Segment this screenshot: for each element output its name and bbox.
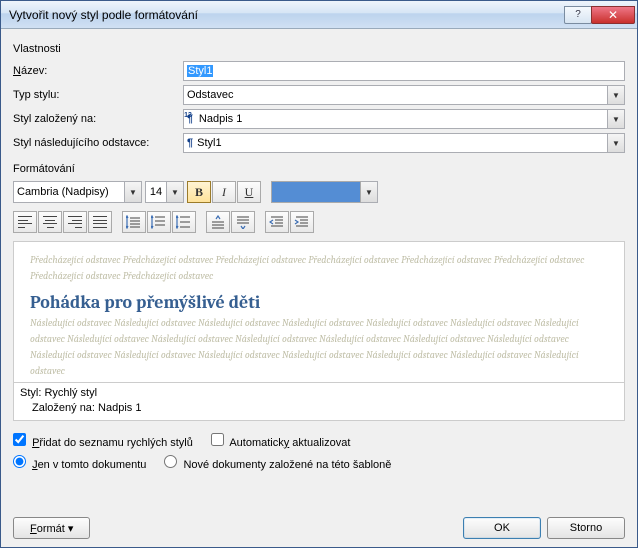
bottom-bar: Formát ▾ OK Storno: [13, 517, 625, 539]
dropdown-based-on[interactable]: ¶13Nadpis 1: [183, 109, 608, 129]
row-type: Typ stylu: Odstavec ▼: [13, 85, 625, 105]
pilcrow-icon: ¶: [187, 137, 193, 149]
align-center-button[interactable]: [38, 211, 62, 233]
chevron-down-icon[interactable]: ▼: [167, 181, 184, 203]
spacing-double-button[interactable]: [172, 211, 196, 233]
label-following: Styl následujícího odstavce:: [13, 137, 183, 149]
dropdown-type[interactable]: Odstavec: [183, 85, 608, 105]
section-formatting-label: Formátování: [13, 163, 625, 175]
combo-size[interactable]: 14 ▼: [145, 181, 184, 203]
indent-dec-button[interactable]: [265, 211, 289, 233]
spacing-onehalf-button[interactable]: [147, 211, 171, 233]
label-based-on: Styl založený na:: [13, 113, 183, 125]
combo-font[interactable]: Cambria (Nadpisy) ▼: [13, 181, 142, 203]
row-name: Název: Styl1: [13, 61, 625, 81]
radio-new-docs[interactable]: Nové dokumenty založené na této šabloně: [164, 455, 391, 471]
align-left-button[interactable]: [13, 211, 37, 233]
font-color-swatch[interactable]: [271, 181, 361, 203]
indent-inc-button[interactable]: [290, 211, 314, 233]
space-before-dec-button[interactable]: [231, 211, 255, 233]
checkbox-quickstyle[interactable]: Přidat do seznamu rychlých stylů: [13, 433, 193, 449]
align-right-button[interactable]: [63, 211, 87, 233]
help-button[interactable]: ?: [564, 6, 592, 24]
spacing-single-button[interactable]: [122, 211, 146, 233]
dropdown-type-arrow[interactable]: ▼: [608, 85, 625, 105]
dialog-title: Vytvořit nový styl podle formátování: [9, 8, 565, 22]
font-color-arrow[interactable]: ▼: [361, 181, 378, 203]
row-following: Styl následujícího odstavce: ¶Styl1 ▼: [13, 133, 625, 153]
titlebar: Vytvořit nový styl podle formátování ? ✕: [1, 1, 637, 29]
titlebar-buttons: ? ✕: [565, 6, 635, 24]
underline-button[interactable]: U: [237, 181, 261, 203]
dropdown-following-arrow[interactable]: ▼: [608, 133, 625, 153]
toolbar-paragraph: [13, 211, 625, 233]
space-before-inc-button[interactable]: [206, 211, 230, 233]
close-button[interactable]: ✕: [591, 6, 635, 24]
input-name[interactable]: Styl1: [183, 61, 625, 81]
toolbar-font: Cambria (Nadpisy) ▼ 14 ▼ B I U ▼: [13, 181, 625, 203]
cancel-button[interactable]: Storno: [547, 517, 625, 539]
preview-box: Předcházející odstavec Předcházející ods…: [13, 241, 625, 383]
radio-row: Jen v tomto dokumentu Nové dokumenty zal…: [13, 455, 625, 471]
preview-preceding: Předcházející odstavec Předcházející ods…: [30, 252, 608, 284]
section-properties-label: Vlastnosti: [13, 43, 625, 55]
chevron-down-icon[interactable]: ▼: [125, 181, 142, 203]
preview-following: Následující odstavec Následující odstave…: [30, 315, 608, 379]
preview-sample-text: Pohádka pro přemýšlivé děti: [30, 292, 608, 313]
dialog-content: Vlastnosti Název: Styl1 Typ stylu: Odsta…: [1, 29, 637, 479]
italic-button[interactable]: I: [212, 181, 236, 203]
dropdown-based-on-arrow[interactable]: ▼: [608, 109, 625, 129]
row-based-on: Styl založený na: ¶13Nadpis 1 ▼: [13, 109, 625, 129]
checkbox-row: Přidat do seznamu rychlých stylů Automat…: [13, 433, 625, 449]
desc-line2: Založený na: Nadpis 1: [20, 401, 618, 416]
format-button[interactable]: Formát ▾: [13, 517, 90, 539]
align-justify-button[interactable]: [88, 211, 112, 233]
label-type: Typ stylu:: [13, 89, 183, 101]
description-box: Styl: Rychlý styl Založený na: Nadpis 1: [13, 383, 625, 421]
ok-button[interactable]: OK: [463, 517, 541, 539]
dialog-window: Vytvořit nový styl podle formátování ? ✕…: [0, 0, 638, 548]
desc-line1: Styl: Rychlý styl: [20, 386, 618, 401]
label-name: Název:: [13, 65, 183, 77]
bold-button[interactable]: B: [187, 181, 211, 203]
dropdown-following[interactable]: ¶Styl1: [183, 133, 608, 153]
checkbox-autoupdate[interactable]: Automaticky aktualizovat: [211, 433, 351, 449]
radio-this-doc[interactable]: Jen v tomto dokumentu: [13, 455, 146, 471]
